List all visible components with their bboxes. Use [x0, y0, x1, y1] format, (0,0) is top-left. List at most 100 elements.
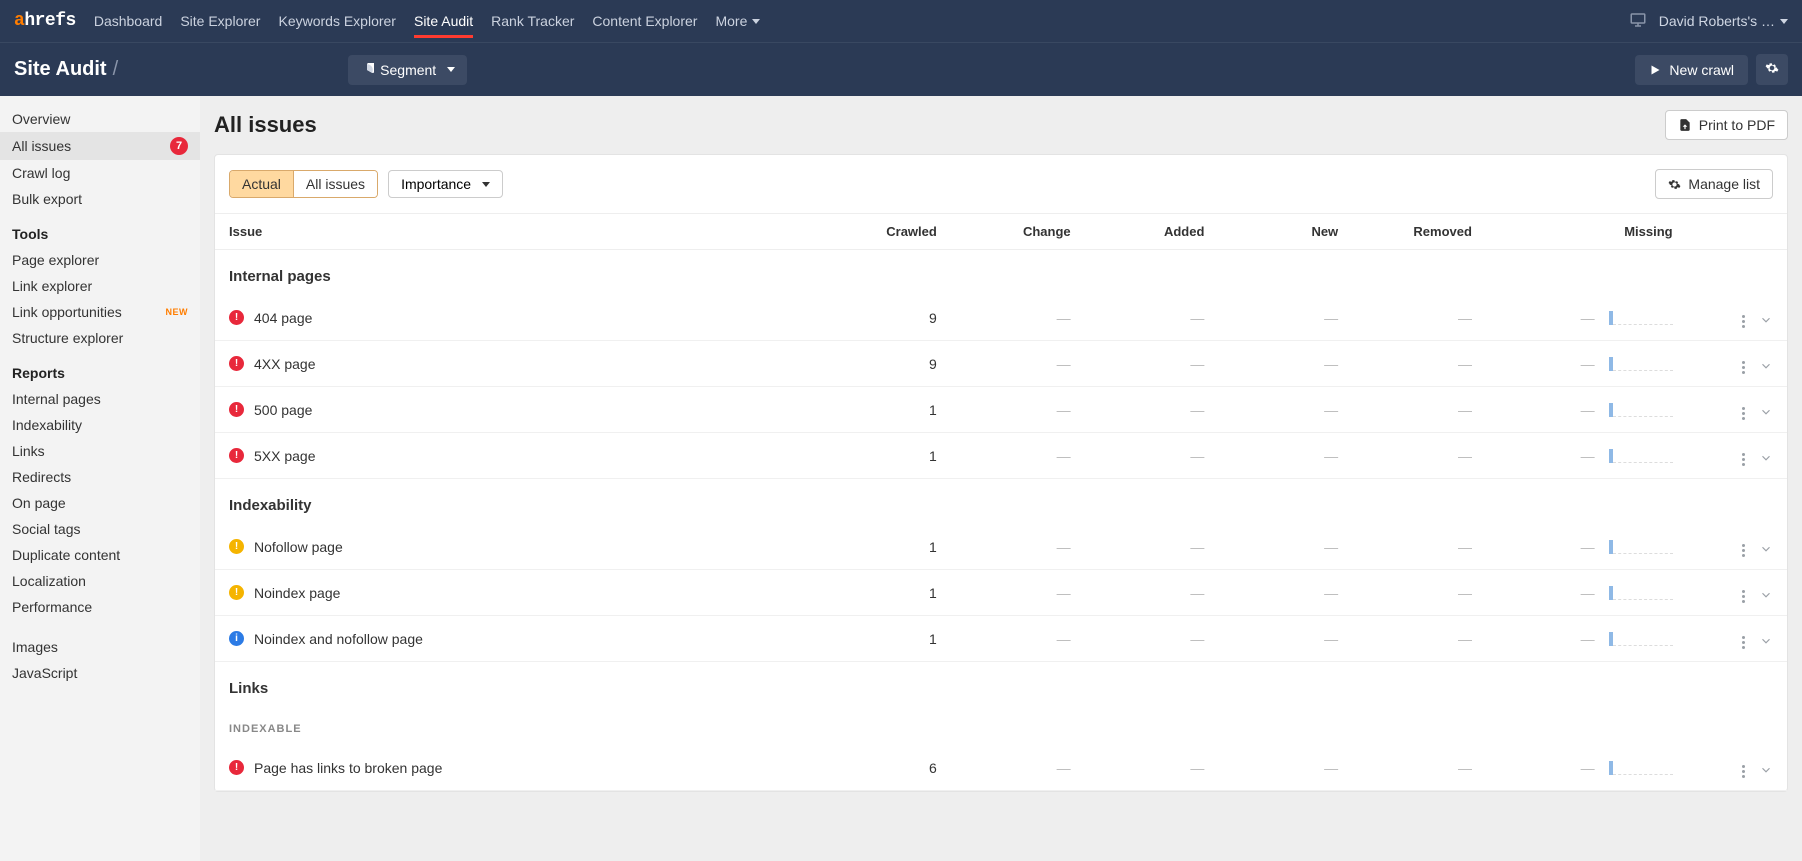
kebab-icon[interactable]	[1742, 544, 1745, 557]
empty-value: —	[1324, 539, 1338, 555]
issue-row[interactable]: !Noindex page1—————	[215, 570, 1787, 616]
print-pdf-button[interactable]: Print to PDF	[1665, 110, 1788, 140]
info-icon: i	[229, 631, 244, 646]
crawled-value: 1	[817, 524, 951, 570]
sidebar-item-label: Images	[12, 639, 58, 655]
chevron-down-icon[interactable]	[1759, 542, 1773, 559]
logo[interactable]: ahrefs	[14, 11, 76, 31]
col-crawled[interactable]: Crawled	[817, 214, 951, 250]
sidebar-item-link-explorer[interactable]: Link explorer	[0, 273, 200, 299]
kebab-icon[interactable]	[1742, 361, 1745, 374]
nav-item-site-audit[interactable]: Site Audit	[414, 0, 473, 42]
sidebar-item-links[interactable]: Links	[0, 438, 200, 464]
empty-value: —	[1324, 402, 1338, 418]
empty-value: —	[1458, 310, 1472, 326]
kebab-icon[interactable]	[1742, 407, 1745, 420]
sidebar-item-label: Crawl log	[12, 165, 70, 181]
sidebar-item-indexability[interactable]: Indexability	[0, 412, 200, 438]
sidebar-item-images[interactable]: Images	[0, 634, 200, 660]
kebab-icon[interactable]	[1742, 453, 1745, 466]
issue-name: 404 page	[254, 310, 312, 326]
error-icon: !	[229, 402, 244, 417]
crawled-value: 6	[817, 745, 951, 791]
sidebar-item-internal-pages[interactable]: Internal pages	[0, 386, 200, 412]
issue-name: Nofollow page	[254, 539, 343, 555]
issue-row[interactable]: !500 page1—————	[215, 387, 1787, 433]
sidebar-item-label: Links	[12, 443, 45, 459]
kebab-icon[interactable]	[1742, 636, 1745, 649]
sidebar-item-label: Duplicate content	[12, 547, 120, 563]
col-removed[interactable]: Removed	[1352, 214, 1486, 250]
sidebar-item-structure-explorer[interactable]: Structure explorer	[0, 325, 200, 351]
seg-all-issues[interactable]: All issues	[293, 171, 377, 197]
nav-item-content-explorer[interactable]: Content Explorer	[592, 0, 697, 42]
monitor-icon[interactable]	[1629, 11, 1647, 32]
chevron-down-icon[interactable]	[1759, 313, 1773, 330]
kebab-icon[interactable]	[1742, 765, 1745, 778]
empty-value: —	[1057, 448, 1071, 464]
page-title: All issues	[214, 112, 317, 138]
sidebar-item-overview[interactable]: Overview	[0, 106, 200, 132]
sidebar-item-label: Redirects	[12, 469, 71, 485]
chevron-down-icon[interactable]	[1759, 763, 1773, 780]
chevron-down-icon[interactable]	[1759, 405, 1773, 422]
sidebar-item-redirects[interactable]: Redirects	[0, 464, 200, 490]
col-issue[interactable]: Issue	[215, 214, 817, 250]
importance-filter[interactable]: Importance	[388, 170, 503, 198]
col-change[interactable]: Change	[951, 214, 1085, 250]
empty-value: —	[1581, 585, 1595, 601]
empty-value: —	[1057, 585, 1071, 601]
group-title: Indexability	[215, 479, 1787, 525]
sidebar-item-performance[interactable]: Performance	[0, 594, 200, 620]
issue-row[interactable]: !404 page9—————	[215, 295, 1787, 341]
issue-row[interactable]: !Page has links to broken page6—————	[215, 745, 1787, 791]
sidebar: OverviewAll issues7 Crawl log Bulk exportT…	[0, 96, 200, 861]
issue-name: 500 page	[254, 402, 312, 418]
sidebar-item-bulk-export[interactable]: Bulk export	[0, 186, 200, 212]
error-icon: !	[229, 356, 244, 371]
col-added[interactable]: Added	[1085, 214, 1219, 250]
empty-value: —	[1581, 310, 1595, 326]
chevron-down-icon[interactable]	[1759, 451, 1773, 468]
manage-list-button[interactable]: Manage list	[1655, 169, 1773, 199]
nav-item-keywords-explorer[interactable]: Keywords Explorer	[278, 0, 396, 42]
caret-down-icon	[447, 67, 455, 72]
sidebar-item-page-explorer[interactable]: Page explorer	[0, 247, 200, 273]
group-title: Links	[215, 662, 1787, 708]
breadcrumb-root[interactable]: Site Audit	[14, 58, 107, 81]
subgroup-title: INDEXABLE	[215, 707, 1787, 745]
user-menu[interactable]: David Roberts's …	[1659, 13, 1788, 29]
sidebar-item-social-tags[interactable]: Social tags	[0, 516, 200, 542]
sidebar-item-link-opportunities[interactable]: Link opportunitiesNEW	[0, 299, 200, 325]
view-segment: Actual All issues	[229, 170, 378, 198]
chevron-down-icon[interactable]	[1759, 359, 1773, 376]
empty-value: —	[1581, 760, 1595, 776]
col-new[interactable]: New	[1218, 214, 1352, 250]
sidebar-item-on-page[interactable]: On page	[0, 490, 200, 516]
crawled-value: 1	[817, 616, 951, 662]
kebab-icon[interactable]	[1742, 315, 1745, 328]
new-crawl-button[interactable]: New crawl	[1635, 55, 1748, 85]
nav-item-more[interactable]: More	[715, 0, 760, 42]
sidebar-heading-tools: Tools	[0, 212, 200, 247]
chevron-down-icon[interactable]	[1759, 634, 1773, 651]
kebab-icon[interactable]	[1742, 590, 1745, 603]
issue-row[interactable]: !Nofollow page1—————	[215, 524, 1787, 570]
segment-button[interactable]: Segment	[348, 55, 467, 85]
nav-item-rank-tracker[interactable]: Rank Tracker	[491, 0, 574, 42]
sidebar-item-duplicate-content[interactable]: Duplicate content	[0, 542, 200, 568]
seg-actual[interactable]: Actual	[230, 171, 293, 197]
settings-button[interactable]	[1756, 54, 1788, 85]
issue-row[interactable]: !4XX page9—————	[215, 341, 1787, 387]
nav-item-site-explorer[interactable]: Site Explorer	[180, 0, 260, 42]
nav-item-dashboard[interactable]: Dashboard	[94, 0, 163, 42]
issue-row[interactable]: !5XX page1—————	[215, 433, 1787, 479]
sidebar-item-localization[interactable]: Localization	[0, 568, 200, 594]
issue-row[interactable]: iNoindex and nofollow page1—————	[215, 616, 1787, 662]
chevron-down-icon[interactable]	[1759, 588, 1773, 605]
sidebar-item-all-issues[interactable]: All issues7	[0, 132, 200, 160]
caret-down-icon	[752, 19, 760, 24]
col-missing[interactable]: Missing	[1486, 214, 1687, 250]
sidebar-item-javascript[interactable]: JavaScript	[0, 660, 200, 686]
sidebar-item-crawl-log[interactable]: Crawl log	[0, 160, 200, 186]
